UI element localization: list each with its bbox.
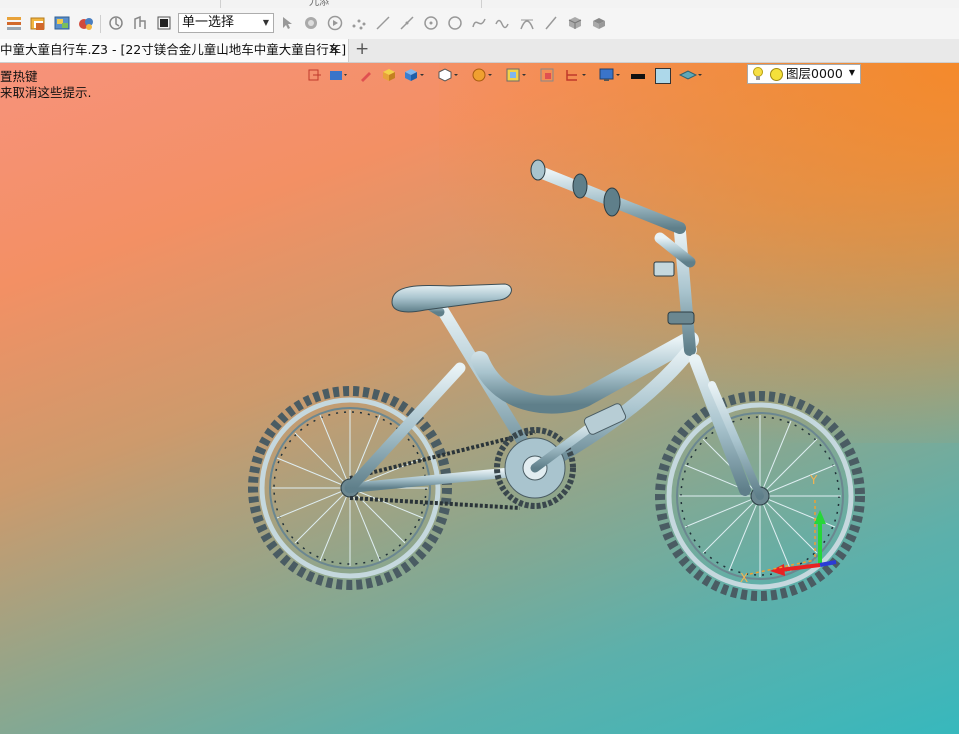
section-icon[interactable]: [539, 67, 555, 86]
wave-icon[interactable]: [494, 14, 512, 32]
pencil-icon[interactable]: [359, 68, 373, 85]
pointer-icon[interactable]: [278, 14, 296, 32]
layers-icon[interactable]: [5, 14, 23, 32]
cube-icon[interactable]: [566, 14, 584, 32]
play-icon[interactable]: [326, 14, 344, 32]
bike-model: Y X: [248, 159, 865, 601]
folder-icon[interactable]: [29, 14, 47, 32]
object-icon[interactable]: [302, 14, 320, 32]
add-tab-icon[interactable]: +: [355, 39, 369, 60]
sphere-icon[interactable]: [471, 67, 493, 86]
view-toolbar: [307, 67, 703, 85]
triad-x-label: X: [740, 571, 748, 585]
wire-box-icon[interactable]: [437, 67, 459, 86]
tab-label: 中童大童自行车.Z3 - [22寸镁合金儿童山地车中童大童自行车]: [0, 42, 347, 57]
solid-icon[interactable]: [590, 14, 608, 32]
circle-icon[interactable]: [446, 14, 464, 32]
triad-y-label: Y: [809, 473, 818, 487]
rotate-icon[interactable]: [107, 14, 125, 32]
3d-viewport[interactable]: Y X: [0, 63, 959, 734]
tab-document[interactable]: 中童大童自行车.Z3 - [22寸镁合金儿童山地车中童大童自行车] ✕: [0, 39, 349, 62]
line-color-swatch[interactable]: [631, 73, 645, 79]
hint-line-2: 来取消这些提示.: [0, 85, 92, 100]
slash-icon[interactable]: [542, 14, 560, 32]
main-toolbar: 单一选择 ▼: [0, 8, 959, 40]
toolbar-separator: [100, 15, 101, 33]
menu-segment[interactable]: [0, 0, 221, 8]
handlebar: [530, 159, 696, 325]
selection-mode-dropdown[interactable]: 单一选择 ▼: [178, 13, 274, 33]
arc-icon[interactable]: [518, 14, 536, 32]
view-icon[interactable]: [329, 68, 347, 85]
circle-point-icon[interactable]: [422, 14, 440, 32]
shaded-box-blue-icon[interactable]: [403, 67, 425, 86]
layer-name: 图层0000: [786, 66, 843, 81]
chainring: [494, 403, 627, 509]
line2-icon[interactable]: [398, 14, 416, 32]
points-icon[interactable]: [350, 14, 368, 32]
layer-stack-icon[interactable]: [678, 67, 703, 86]
layer-color-dot-icon: [770, 68, 783, 81]
display-icon[interactable]: [599, 67, 621, 86]
exit-icon[interactable]: [307, 68, 321, 85]
line-icon[interactable]: [374, 14, 392, 32]
fill-color-swatch[interactable]: [655, 68, 671, 84]
visibility-icon[interactable]: [77, 14, 95, 32]
dimension-icon[interactable]: [565, 67, 587, 86]
menu-segment[interactable]: 九添: [221, 0, 482, 8]
layer-dropdown[interactable]: 图层0000 ▼: [747, 64, 861, 84]
stop-icon[interactable]: [155, 14, 173, 32]
document-tab-bar: 中童大童自行车.Z3 - [22寸镁合金儿童山地车中童大童自行车] ✕ +: [0, 39, 959, 63]
lightbulb-icon[interactable]: [752, 66, 764, 87]
close-icon[interactable]: ✕: [328, 39, 340, 61]
menu-segment-text: 九添: [309, 0, 329, 8]
curve-icon[interactable]: [470, 14, 488, 32]
shaded-box-icon[interactable]: [381, 67, 397, 86]
filter-icon[interactable]: [131, 14, 149, 32]
frame-icon[interactable]: [505, 67, 527, 86]
seat: [391, 283, 512, 317]
chevron-down-icon: ▼: [848, 68, 855, 77]
chevron-down-icon: ▼: [262, 18, 269, 27]
selection-mode-value: 单一选择: [182, 15, 235, 30]
image-icon[interactable]: [53, 14, 71, 32]
